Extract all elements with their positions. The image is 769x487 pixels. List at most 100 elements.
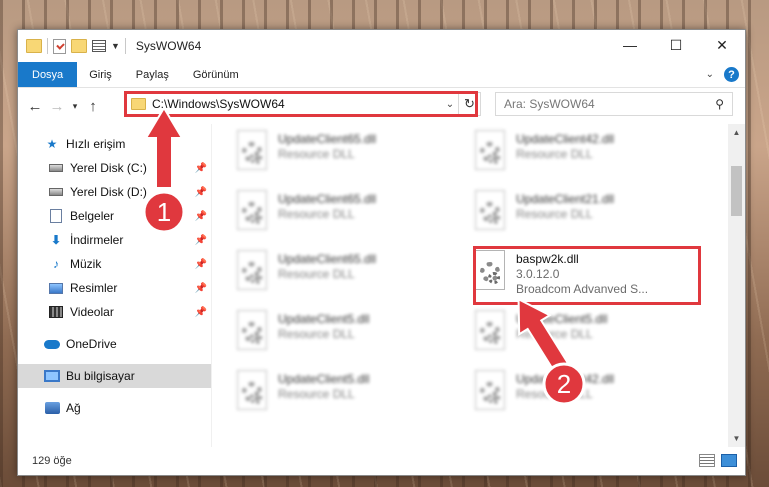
drive-icon xyxy=(48,161,64,175)
close-button[interactable]: ✕ xyxy=(699,30,745,60)
file-description: Resource DLL xyxy=(278,387,355,401)
computer-icon xyxy=(44,369,60,383)
sidebar-item-this-pc[interactable]: Bu bilgisayar xyxy=(18,364,211,388)
search-placeholder: Ara: SysWOW64 xyxy=(504,97,595,111)
file-text: UpdateClient42.dllResource DLL xyxy=(516,128,614,162)
sidebar-item-pictures[interactable]: Resimler 📌 xyxy=(18,276,211,300)
document-icon xyxy=(48,209,64,223)
back-arrow-icon[interactable]: ← xyxy=(24,98,46,115)
file-name: UpdateClient65.dll xyxy=(278,132,377,146)
vertical-scrollbar[interactable]: ▲ ▼ xyxy=(728,124,745,447)
file-name: UpdateClient65.dll xyxy=(278,252,377,266)
dll-file-icon xyxy=(472,190,508,236)
file-name: UpdateClient42.dll xyxy=(516,132,615,146)
file-text: UpdateClient65.dll Resource DLL xyxy=(278,128,376,162)
scroll-down-icon[interactable]: ▼ xyxy=(728,430,745,447)
sidebar-item-onedrive[interactable]: OneDrive xyxy=(18,332,211,356)
status-bar: 129 öğe xyxy=(18,447,745,475)
up-arrow-icon[interactable]: ↑ xyxy=(82,98,104,115)
pin-icon[interactable]: 📌 xyxy=(195,259,207,270)
file-version: 3.0.12.0 xyxy=(516,267,560,281)
refresh-icon[interactable]: ↻ xyxy=(458,93,480,115)
ribbon-tabs: Dosya Giriş Paylaş Görünüm ⌄ ? xyxy=(18,62,745,88)
maximize-button[interactable]: ☐ xyxy=(653,30,699,60)
callout-1: 1 xyxy=(120,106,210,238)
window-title: SysWOW64 xyxy=(135,39,202,53)
minimize-button[interactable]: — xyxy=(607,30,653,60)
network-icon xyxy=(44,401,60,415)
details-view-icon[interactable] xyxy=(699,454,715,467)
file-name: baspw2k.dll xyxy=(516,252,579,266)
sidebar-item-label: Resimler xyxy=(70,281,118,295)
drive-icon xyxy=(48,185,64,199)
dll-file-icon xyxy=(472,310,508,356)
dll-file-icon xyxy=(472,130,508,176)
arrow-up-icon xyxy=(144,106,184,189)
help-icon[interactable]: ? xyxy=(724,67,739,82)
file-tile[interactable]: UpdateClient21.dll Resource DLL xyxy=(472,188,697,244)
pictures-icon xyxy=(48,281,64,295)
dll-file-icon xyxy=(472,250,508,296)
window-controls: — ☐ ✕ xyxy=(607,30,745,60)
sidebar-item-label: Belgeler xyxy=(70,209,115,223)
search-input[interactable]: Ara: SysWOW64 ⚲ xyxy=(495,92,733,116)
file-name: UpdateClient5.dll xyxy=(278,312,370,326)
tab-home[interactable]: Giriş xyxy=(77,62,124,87)
tiles-view-icon[interactable] xyxy=(721,454,737,467)
dll-file-icon xyxy=(234,190,270,236)
sidebar-item-network[interactable]: Ağ xyxy=(18,396,211,420)
file-text: UpdateClient65.dll Resource DLL xyxy=(278,188,376,222)
quick-access-toolbar: ▼ xyxy=(18,38,126,54)
music-icon: ♪ xyxy=(53,257,59,271)
tab-view[interactable]: Görünüm xyxy=(181,62,251,87)
sidebar-item-videos[interactable]: Videolar 📌 xyxy=(18,300,211,324)
properties-check-icon[interactable] xyxy=(53,38,66,54)
callout-number-2: 2 xyxy=(557,369,571,399)
sidebar-item-music[interactable]: ♪ Müzik 📌 xyxy=(18,252,211,276)
file-text: baspw2k.dll 3.0.12.0 Broadcom Advanved S..… xyxy=(516,248,648,297)
sidebar-item-label: Videolar xyxy=(70,305,114,319)
scroll-up-icon[interactable]: ▲ xyxy=(728,124,745,141)
pin-icon[interactable]: 📌 xyxy=(195,283,207,294)
tab-share[interactable]: Paylaş xyxy=(124,62,181,87)
expand-ribbon-icon[interactable]: ⌄ xyxy=(706,69,714,80)
file-name: UpdateClient5.dll xyxy=(278,372,370,386)
sidebar-item-label: Hızlı erişim xyxy=(66,137,126,151)
title-bar: ▼ SysWOW64 — ☐ ✕ xyxy=(18,30,745,62)
search-icon: ⚲ xyxy=(715,97,724,111)
dll-file-icon xyxy=(234,130,270,176)
file-name: UpdateClient65.dll xyxy=(278,192,377,206)
file-description: Resource DLL xyxy=(278,207,355,221)
file-tile[interactable]: UpdateClient65.dll Resource DLL xyxy=(234,188,459,244)
file-list: UpdateClient65.dll Resource DLL UpdateClie… xyxy=(212,124,745,447)
video-icon xyxy=(48,305,64,319)
file-text: UpdateClient21.dll Resource DLL xyxy=(516,188,614,222)
star-icon: ★ xyxy=(46,137,58,151)
file-tile[interactable]: UpdateClient42.dllResource DLL xyxy=(472,128,697,184)
pin-icon[interactable]: 📌 xyxy=(195,307,207,318)
recent-locations-chevron-icon[interactable]: ▾ xyxy=(68,101,82,112)
file-tile[interactable]: UpdateClient5.dll Resource DLL xyxy=(234,308,459,364)
file-tile[interactable]: UpdateClient5.dll Resource DLL xyxy=(234,368,459,424)
file-tile[interactable]: UpdateClient65.dll Resource DLL xyxy=(234,248,459,304)
file-description: Resource DLL xyxy=(278,267,355,281)
address-dropdown-icon[interactable]: ⌄ xyxy=(442,99,458,110)
file-description: Resource DLL xyxy=(516,207,593,221)
sidebar-item-label: Müzik xyxy=(70,257,102,271)
sidebar-item-label: Bu bilgisayar xyxy=(66,369,135,383)
new-folder-icon[interactable] xyxy=(71,39,87,53)
file-tile[interactable]: UpdateClient65.dll Resource DLL xyxy=(234,128,459,184)
customize-toolbar-icon[interactable] xyxy=(92,40,106,52)
tab-file[interactable]: Dosya xyxy=(18,62,78,87)
file-description: Resource DLL xyxy=(278,327,355,341)
file-description: Resource DLL xyxy=(278,147,355,161)
callout-number-1: 1 xyxy=(157,197,171,227)
explorer-window: ▼ SysWOW64 — ☐ ✕ Dosya Giriş Paylaş Görü… xyxy=(17,29,746,476)
file-text: UpdateClient65.dll Resource DLL xyxy=(278,248,376,282)
forward-arrow-icon[interactable]: → xyxy=(46,98,68,115)
toolbar-dropdown-icon[interactable]: ▼ xyxy=(111,41,120,51)
dll-file-icon xyxy=(234,370,270,416)
file-description: Resource DLL xyxy=(516,147,593,161)
scroll-thumb[interactable] xyxy=(731,166,742,216)
dll-file-icon xyxy=(234,250,270,296)
